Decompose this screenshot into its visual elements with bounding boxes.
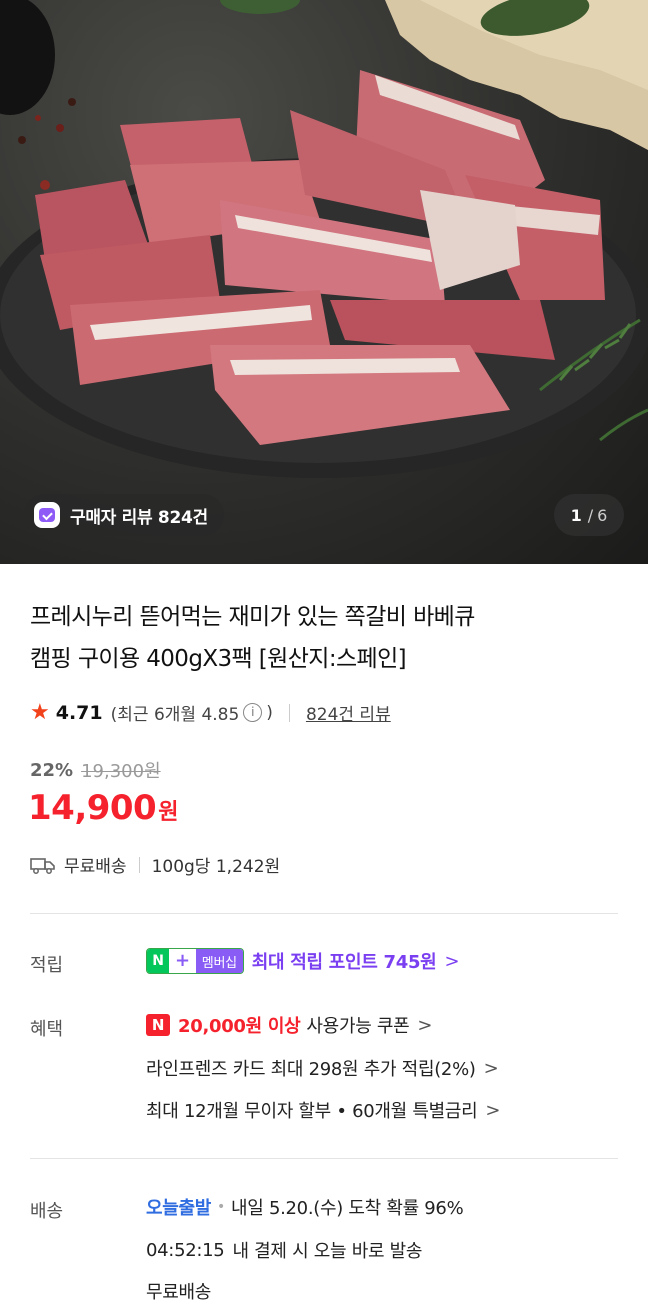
naver-plus-membership-badge: N + 멤버십 <box>146 948 244 974</box>
info-icon[interactable]: i <box>243 703 263 722</box>
divider <box>138 856 140 873</box>
section-divider <box>30 913 618 914</box>
installment-row[interactable]: 최대 12개월 무이자 할부 • 60개월 특별금리 > <box>146 1097 500 1123</box>
discount-rate: 22% <box>30 759 74 781</box>
np-plus-mark: + <box>175 950 190 971</box>
recent-rating-close: ) <box>266 702 273 723</box>
rating-row: ★ 4.71 (최근 6개월 4.85 i ) 824건 리뷰 <box>30 700 391 725</box>
np-membership-label: 멤버십 <box>195 949 243 973</box>
divider <box>288 703 290 722</box>
chevron-right-icon: > <box>444 950 460 972</box>
image-pager: 1 / 6 <box>554 494 624 536</box>
rating-score: 4.71 <box>55 701 103 724</box>
free-shipping-row: 무료배송 <box>146 1278 211 1304</box>
recent-rating-text: (최근 6개월 4.85 <box>110 705 240 725</box>
dot-separator: • <box>217 1199 226 1215</box>
points-row[interactable]: N + 멤버십 최대 적립 포인트 745원 > <box>146 948 460 974</box>
arrival-text: 내일 5.20.(수) 도착 확률 96% <box>231 1198 464 1219</box>
price-row: 14,900 원 <box>28 788 178 828</box>
free-shipping-text: 무료배송 <box>146 1282 212 1303</box>
product-title-line1: 프레시누리 뜯어먹는 재미가 있는 쪽갈비 바베큐 <box>30 604 475 630</box>
free-shipping-label: 무료배송 <box>64 857 127 877</box>
star-icon: ★ <box>30 700 50 725</box>
review-check-icon <box>34 502 60 528</box>
pager-total: 6 <box>597 505 608 525</box>
unit-price: 100g당 1,242원 <box>151 857 281 877</box>
countdown-row: 04:52:15 내 결제 시 오늘 바로 발송 <box>146 1237 422 1263</box>
delivery-row: 오늘출발 • 내일 5.20.(수) 도착 확률 96% <box>146 1194 464 1220</box>
points-label: 적립 <box>30 955 64 976</box>
review-count-link[interactable]: 824건 리뷰 <box>306 700 391 725</box>
coupon-amount: 20,000원 이상 <box>178 1016 301 1037</box>
recent-rating: (최근 6개월 4.85 i ) <box>110 700 273 726</box>
buyer-review-pill[interactable]: 구매자 리뷰 824건 <box>24 494 224 536</box>
product-title-line2: 캠핑 구이용 400gX3팩 [원산지:스페인] <box>30 646 407 672</box>
countdown-timer: 04:52:15 <box>146 1239 225 1261</box>
sale-price: 14,900 <box>28 788 157 828</box>
original-price: 19,300원 <box>81 761 161 782</box>
delivery-label: 배송 <box>30 1201 64 1222</box>
buyer-review-label: 구매자 리뷰 824건 <box>70 507 208 528</box>
price-unit: 원 <box>158 800 179 825</box>
installment-text: 최대 12개월 무이자 할부 • 60개월 특별금리 <box>146 1101 478 1122</box>
max-points-text: 최대 적립 포인트 745원 <box>251 952 437 973</box>
pager-current: 1 <box>570 505 582 525</box>
card-benefit-row[interactable]: 라인프렌즈 카드 최대 298원 추가 적립(2%) > <box>146 1055 499 1081</box>
naver-n-icon: N <box>146 1014 170 1036</box>
product-image[interactable]: 구매자 리뷰 824건 1 / 6 <box>0 0 648 564</box>
chevron-right-icon: > <box>485 1099 501 1121</box>
truck-icon <box>30 857 55 874</box>
chevron-right-icon: > <box>417 1014 433 1036</box>
section-divider <box>30 1158 618 1159</box>
meat-photo <box>0 0 648 478</box>
today-dispatch-badge: 오늘출발 <box>146 1198 212 1219</box>
discount-row: 22% 19,300원 <box>30 757 161 783</box>
benefit-label: 혜택 <box>30 1019 64 1040</box>
coupon-row[interactable]: N 20,000원 이상 사용가능 쿠폰 > <box>146 1012 432 1038</box>
shipping-row: 무료배송 100g당 1,242원 <box>30 852 280 877</box>
product-title: 프레시누리 뜯어먹는 재미가 있는 쪽갈비 바베큐 캠핑 구이용 400gX3팩… <box>30 596 620 680</box>
countdown-text: 내 결제 시 오늘 바로 발송 <box>232 1241 423 1262</box>
card-benefit-text: 라인프렌즈 카드 최대 298원 추가 적립(2%) <box>146 1059 476 1080</box>
coupon-text: 사용가능 쿠폰 <box>306 1016 410 1037</box>
chevron-right-icon: > <box>483 1057 499 1079</box>
np-n-mark: N <box>147 949 169 973</box>
